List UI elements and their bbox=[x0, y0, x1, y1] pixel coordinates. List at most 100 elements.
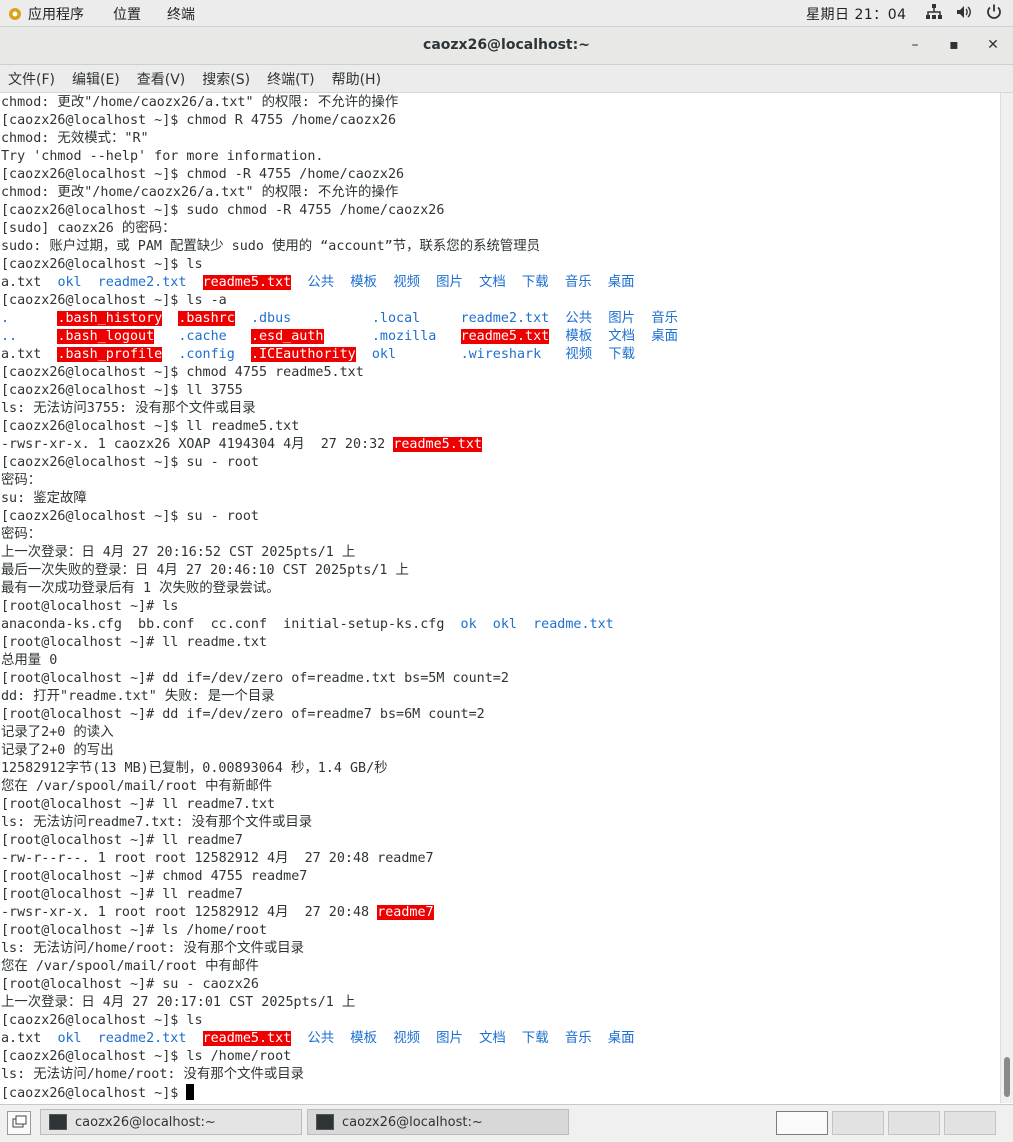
directory-name: 桌面 bbox=[607, 275, 635, 290]
terminal-line: 12582912字节(13 MB)已复制，0.00893064 秒，1.4 GB… bbox=[1, 760, 678, 778]
volume-icon[interactable] bbox=[955, 3, 973, 21]
terminal-scrollbar[interactable] bbox=[1000, 93, 1013, 1103]
terminal-line: 记录了2+0 的读入 bbox=[1, 724, 678, 742]
terminal-text: -rw-r--r--. 1 root root 12582912 4月 27 2… bbox=[1, 851, 434, 866]
minimize-button[interactable]: – bbox=[907, 37, 923, 53]
directory-name: okl bbox=[57, 275, 82, 290]
terminal-text: chmod: 更改"/home/caozx26/a.txt" 的权限: 不允许的… bbox=[1, 95, 399, 110]
terminal-text: [caozx26@localhost ~]$ bbox=[1, 1086, 187, 1101]
workspace-4[interactable] bbox=[944, 1111, 996, 1135]
terminal-text: [root@localhost ~]# ls /home/root bbox=[1, 923, 268, 938]
clock[interactable]: 星期日 21：04 bbox=[806, 4, 907, 24]
scrollbar-thumb[interactable] bbox=[1004, 1057, 1010, 1097]
top-bar: 应用程序 位置 终端 星期日 21：04 bbox=[0, 0, 1013, 27]
terminal-line: [root@localhost ~]# dd if=/dev/zero of=r… bbox=[1, 670, 678, 688]
menu-edit[interactable]: 编辑(E) bbox=[64, 65, 129, 92]
terminal-text: [caozx26@localhost ~]$ sudo chmod -R 475… bbox=[1, 203, 445, 218]
terminal-text: 总用量 0 bbox=[1, 653, 58, 668]
menu-view[interactable]: 查看(V) bbox=[129, 65, 195, 92]
terminal-line: [caozx26@localhost ~]$ ls /home/root bbox=[1, 1048, 678, 1066]
terminal-line: 您在 /var/spool/mail/root 中有邮件 bbox=[1, 958, 678, 976]
terminal-line: [caozx26@localhost ~]$ ll 3755 bbox=[1, 382, 678, 400]
network-icon[interactable] bbox=[925, 3, 943, 21]
directory-name: 文档 bbox=[608, 329, 636, 344]
terminal-text: [caozx26@localhost ~]$ ll 3755 bbox=[1, 383, 243, 398]
terminal-icon bbox=[316, 1114, 334, 1130]
terminal-line: [caozx26@localhost ~]$ chmod R 4755 /hom… bbox=[1, 112, 678, 130]
show-desktop-button[interactable] bbox=[7, 1111, 31, 1135]
terminal-line: 密码： bbox=[1, 472, 678, 490]
taskbar-task-2[interactable]: caozx26@localhost:~ bbox=[307, 1109, 569, 1135]
power-icon[interactable] bbox=[985, 3, 1003, 21]
close-button[interactable]: ✕ bbox=[985, 37, 1001, 53]
workspace-3[interactable] bbox=[888, 1111, 940, 1135]
terminal-line: 最后一次失败的登录：日 4月 27 20:46:10 CST 2025pts/1… bbox=[1, 562, 678, 580]
directory-name: 图片 bbox=[608, 311, 636, 326]
terminal-line: 您在 /var/spool/mail/root 中有新邮件 bbox=[1, 778, 678, 796]
highlighted-filename: readme7 bbox=[377, 905, 434, 920]
terminal-text: [root@localhost ~]# ll readme7.txt bbox=[1, 797, 276, 812]
directory-name: 公共 bbox=[307, 1031, 335, 1046]
terminal-app-menu[interactable]: 终端 bbox=[167, 4, 195, 24]
maximize-button[interactable]: ▪ bbox=[946, 37, 962, 53]
terminal-text: ls: 无法访问/home/root: 没有那个文件或目录 bbox=[1, 1067, 305, 1082]
terminal-text: [root@localhost ~]# ll readme.txt bbox=[1, 635, 268, 650]
terminal-line: [root@localhost ~]# ls bbox=[1, 598, 678, 616]
terminal-text: ls: 无法访问3755: 没有那个文件或目录 bbox=[1, 401, 256, 416]
menu-search[interactable]: 搜索(S) bbox=[194, 65, 259, 92]
directory-name: 桌面 bbox=[607, 1031, 635, 1046]
places-menu[interactable]: 位置 bbox=[113, 4, 141, 24]
menu-file[interactable]: 文件(F) bbox=[0, 65, 64, 92]
directory-name: readme.txt bbox=[533, 617, 614, 632]
terminal-text: 密码： bbox=[1, 473, 42, 488]
terminal-line: [root@localhost ~]# chmod 4755 readme7 bbox=[1, 868, 678, 886]
workspace-1[interactable] bbox=[776, 1111, 828, 1135]
workspace-2[interactable] bbox=[832, 1111, 884, 1135]
highlighted-filename: readme5.txt bbox=[460, 329, 550, 344]
terminal-line: 上一次登录：日 4月 27 20:16:52 CST 2025pts/1 上 bbox=[1, 544, 678, 562]
taskbar-task-1[interactable]: caozx26@localhost:~ bbox=[40, 1109, 302, 1135]
terminal-text: ls: 无法访问readme7.txt: 没有那个文件或目录 bbox=[1, 815, 313, 830]
window-titlebar[interactable]: caozx26@localhost:~ – ▪ ✕ bbox=[0, 27, 1013, 65]
highlighted-filename: .bashrc bbox=[178, 311, 235, 326]
directory-name: 文档 bbox=[479, 1031, 506, 1046]
terminal-text: [caozx26@localhost ~]$ ls bbox=[1, 257, 203, 272]
terminal-text: 您在 /var/spool/mail/root 中有新邮件 bbox=[1, 779, 273, 794]
menu-help[interactable]: 帮助(H) bbox=[324, 65, 390, 92]
highlighted-filename: .bash_logout bbox=[57, 329, 155, 344]
menu-terminal[interactable]: 终端(T) bbox=[259, 65, 323, 92]
directory-name: 下载 bbox=[608, 347, 636, 362]
terminal-line: 上一次登录：日 4月 27 20:17:01 CST 2025pts/1 上 bbox=[1, 994, 678, 1012]
terminal-line: [caozx26@localhost ~]$ ls -a bbox=[1, 292, 678, 310]
terminal-text: 上一次登录：日 4月 27 20:17:01 CST 2025pts/1 上 bbox=[1, 995, 356, 1010]
terminal-line: chmod: 更改"/home/caozx26/a.txt" 的权限: 不允许的… bbox=[1, 184, 678, 202]
directory-name: okl bbox=[57, 1031, 82, 1046]
terminal-text: [caozx26@localhost ~]$ chmod 4755 readme… bbox=[1, 365, 364, 380]
directory-name: readme2.txt bbox=[97, 1031, 187, 1046]
system-tray[interactable] bbox=[925, 3, 1003, 21]
terminal-line: [caozx26@localhost ~]$ bbox=[1, 1084, 678, 1102]
terminal-line: 最有一次成功登录后有 1 次失败的登录尝试。 bbox=[1, 580, 678, 598]
terminal-text: sudo: 账户过期，或 PAM 配置缺少 sudo 使用的 “account”… bbox=[1, 239, 541, 254]
directory-name: .dbus bbox=[250, 311, 292, 326]
applications-menu[interactable]: 应用程序 bbox=[8, 4, 84, 24]
terminal-output[interactable]: chmod: 更改"/home/caozx26/a.txt" 的权限: 不允许的… bbox=[0, 93, 1000, 1103]
terminal-line: anaconda-ks.cfg bb.conf cc.conf initial-… bbox=[1, 616, 678, 634]
terminal-line: 记录了2+0 的写出 bbox=[1, 742, 678, 760]
task-label: caozx26@localhost:~ bbox=[342, 1114, 483, 1130]
